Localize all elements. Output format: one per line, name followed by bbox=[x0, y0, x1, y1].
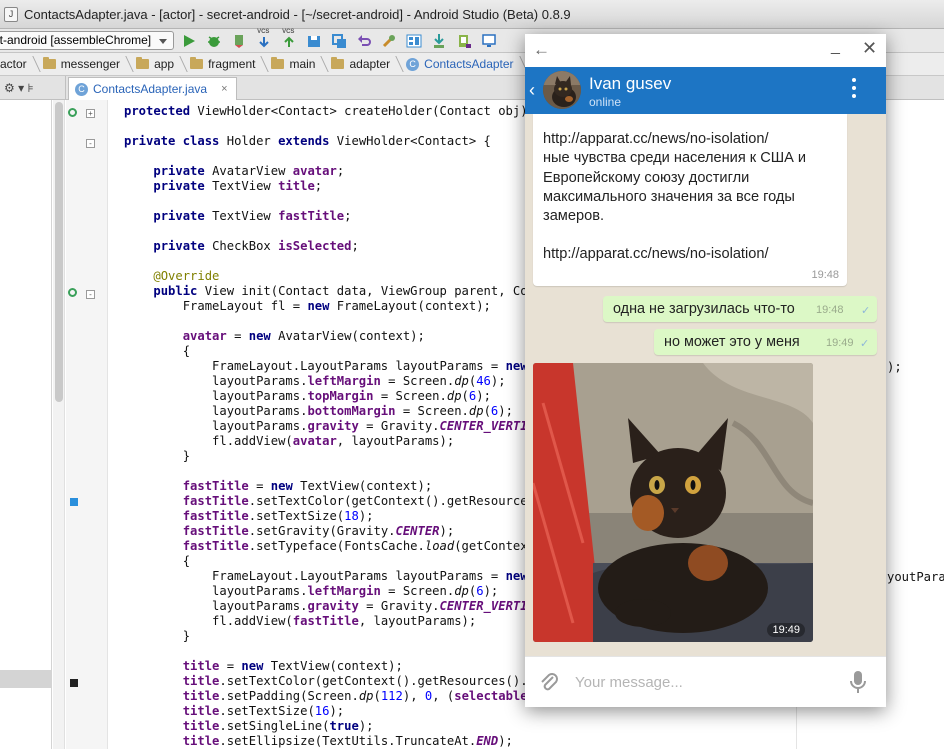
folder-icon bbox=[331, 57, 345, 69]
breadcrumb-app[interactable]: app bbox=[130, 53, 184, 76]
close-icon[interactable]: ✕ bbox=[862, 38, 877, 59]
microphone-icon[interactable] bbox=[850, 670, 866, 694]
breadcrumb-contactsadapter[interactable]: C ContactsAdapter bbox=[400, 53, 523, 76]
tab-label: ContactsAdapter.java bbox=[93, 82, 208, 96]
window-title: ContactsAdapter.java - [actor] - secret-… bbox=[24, 6, 571, 22]
scrollbar-thumb[interactable] bbox=[55, 102, 63, 402]
run-configuration-select[interactable]: et-android [assembleChrome] bbox=[0, 31, 175, 50]
source-code[interactable]: protected ViewHolder<Contact> createHold… bbox=[124, 104, 550, 749]
breadcrumb-main[interactable]: main bbox=[265, 53, 325, 76]
vcs-label: VCS bbox=[257, 28, 270, 35]
incoming-message[interactable]: http://apparat.cc/news/no-isolation/ ные… bbox=[533, 114, 847, 286]
debug-icon[interactable] bbox=[204, 31, 224, 51]
message-input[interactable]: Your message... bbox=[575, 674, 683, 691]
cat-photo bbox=[533, 363, 813, 642]
photo-time: 19:49 bbox=[767, 623, 805, 637]
message-time: 19:48 bbox=[811, 269, 839, 281]
breadcrumb-label: main bbox=[289, 57, 316, 71]
code-overflow-fragment: ); bbox=[887, 360, 902, 374]
code-overflow-fragment: youtParam bbox=[887, 570, 944, 584]
minimize-icon[interactable]: _ bbox=[831, 38, 840, 56]
project-panel-toolbar[interactable]: ⚙ ▾ ⊧ bbox=[0, 76, 66, 100]
folder-icon bbox=[271, 57, 285, 69]
breadcrumb-actor[interactable]: actor bbox=[0, 53, 37, 76]
message-link[interactable]: http://apparat.cc/news/no-isolation/ bbox=[543, 130, 843, 149]
undo-icon[interactable] bbox=[354, 31, 374, 51]
vcs-commit-icon[interactable]: VCS bbox=[279, 28, 299, 51]
save-all-icon[interactable] bbox=[304, 31, 324, 51]
message-text: но может это у меня bbox=[664, 334, 800, 350]
contact-avatar[interactable] bbox=[543, 71, 581, 109]
override-marker-icon[interactable] bbox=[68, 108, 77, 117]
attach-icon[interactable] bbox=[539, 671, 559, 693]
sync-files-icon[interactable] bbox=[329, 31, 349, 51]
project-panel bbox=[0, 100, 52, 749]
telegram-chat-window: ← _ ✕ ‹ Ivan gusev online http://apparat… bbox=[525, 34, 886, 707]
outgoing-message[interactable]: одна не загрузилась что-то 19:48 ✓ bbox=[603, 296, 877, 322]
fold-collapse-icon[interactable]: - bbox=[86, 290, 95, 299]
message-body: ные чувства среди населения к США и Евро… bbox=[543, 150, 807, 225]
breadcrumb-fragment[interactable]: fragment bbox=[184, 53, 265, 76]
folder-icon bbox=[42, 57, 56, 69]
layout-icon[interactable] bbox=[404, 31, 424, 51]
monitor-icon[interactable] bbox=[479, 31, 499, 51]
back-arrow-icon[interactable]: ← bbox=[533, 40, 550, 60]
message-link[interactable]: http://apparat.cc/news/no-isolation/ bbox=[543, 245, 843, 264]
breadcrumb-label: ContactsAdapter bbox=[424, 57, 514, 71]
screen: J ContactsAdapter.java - [actor] - secre… bbox=[0, 0, 944, 749]
message-time: 19:48 bbox=[816, 304, 844, 316]
message-text: http://apparat.cc/news/no-isolation/ ные… bbox=[543, 130, 843, 265]
window-controls-bar: ← _ ✕ bbox=[525, 34, 886, 67]
breadcrumb-label: app bbox=[154, 57, 175, 71]
close-tab-icon[interactable]: × bbox=[221, 83, 227, 95]
project-selected-row[interactable] bbox=[0, 670, 52, 688]
folder-icon bbox=[136, 57, 150, 69]
outgoing-message[interactable]: но может это у меня 19:49 ✓ bbox=[654, 329, 877, 355]
override-marker-icon[interactable] bbox=[68, 288, 77, 297]
vcs-update-icon[interactable]: VCS bbox=[254, 28, 274, 51]
breadcrumb-label: messenger bbox=[60, 57, 121, 71]
panel-settings-icon[interactable]: ⚙ ▾ ⊧ bbox=[4, 81, 34, 95]
fold-collapse-icon[interactable]: - bbox=[86, 139, 95, 148]
java-file-icon: J bbox=[4, 6, 18, 22]
breadcrumb-adapter[interactable]: adapter bbox=[325, 53, 400, 76]
class-icon: C bbox=[406, 57, 420, 71]
ide-title-bar: J ContactsAdapter.java - [actor] - secre… bbox=[0, 0, 944, 29]
structure-icon[interactable] bbox=[379, 31, 399, 51]
editor-gutter bbox=[66, 100, 108, 749]
class-icon: C bbox=[75, 82, 88, 96]
contact-name[interactable]: Ivan gusev bbox=[589, 74, 671, 94]
fold-expand-icon[interactable]: + bbox=[86, 109, 95, 118]
run-icon[interactable] bbox=[179, 31, 199, 51]
gradle-sync-icon[interactable] bbox=[429, 31, 449, 51]
project-scrollbar[interactable] bbox=[53, 100, 65, 749]
message-text: одна не загрузилась что-то bbox=[613, 301, 795, 317]
header-back-icon[interactable]: ‹ bbox=[529, 80, 535, 101]
breadcrumb-label: adapter bbox=[349, 57, 391, 71]
message-time: 19:49 bbox=[826, 337, 854, 349]
change-marker[interactable] bbox=[70, 498, 78, 506]
breadcrumb-label: actor bbox=[0, 57, 27, 71]
breadcrumb-messenger[interactable]: messenger bbox=[37, 53, 130, 76]
photo-message[interactable]: 19:49 bbox=[533, 363, 813, 642]
chat-header: ‹ Ivan gusev online bbox=[525, 67, 886, 114]
vcs-label: VCS bbox=[282, 28, 295, 35]
contact-status: online bbox=[589, 95, 622, 109]
device-icon[interactable] bbox=[454, 31, 474, 51]
folder-icon bbox=[190, 57, 204, 69]
read-check-icon: ✓ bbox=[860, 338, 870, 350]
change-marker[interactable] bbox=[70, 679, 78, 687]
more-options-icon[interactable] bbox=[851, 76, 857, 104]
attach-debugger-icon[interactable] bbox=[229, 31, 249, 51]
breadcrumb-label: fragment bbox=[208, 57, 256, 71]
tab-contactsadapter[interactable]: C ContactsAdapter.java × bbox=[68, 77, 237, 100]
read-check-icon: ✓ bbox=[861, 305, 871, 317]
message-input-bar: Your message... bbox=[525, 656, 886, 707]
